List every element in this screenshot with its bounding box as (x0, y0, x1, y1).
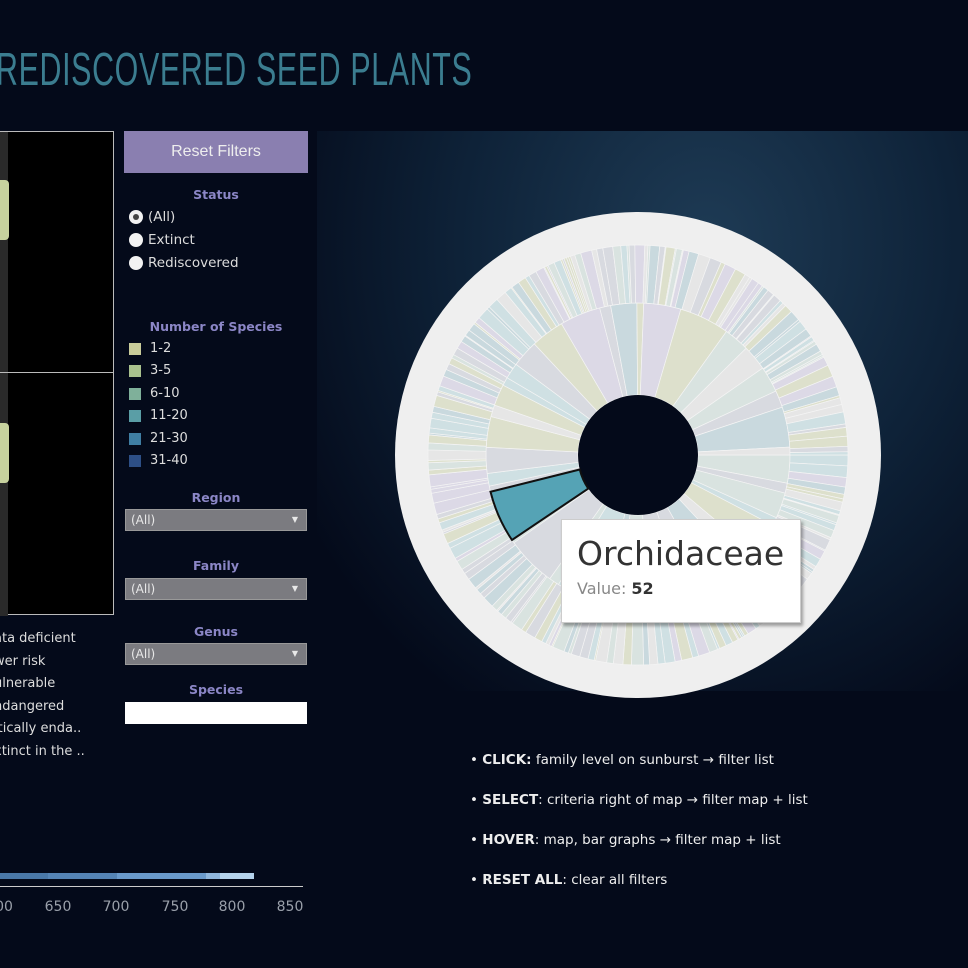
instruction-reset: • RESET ALL: clear all filters (470, 872, 668, 888)
tooltip-title: Orchidaceae (577, 534, 785, 573)
sunburst-chart[interactable] (0, 0, 968, 968)
sunburst-center (578, 395, 698, 515)
instruction-select: • SELECT: criteria right of map → filter… (470, 792, 808, 808)
instruction-hover: • HOVER: map, bar graphs → filter map + … (470, 832, 781, 848)
tooltip-value: Value: 52 (577, 579, 654, 598)
tooltip: Orchidaceae Value: 52 (561, 519, 801, 623)
sunburst-segment[interactable] (427, 449, 487, 461)
instruction-click: • CLICK: family level on sunburst → filt… (470, 752, 774, 768)
sunburst-segment[interactable] (789, 451, 849, 456)
